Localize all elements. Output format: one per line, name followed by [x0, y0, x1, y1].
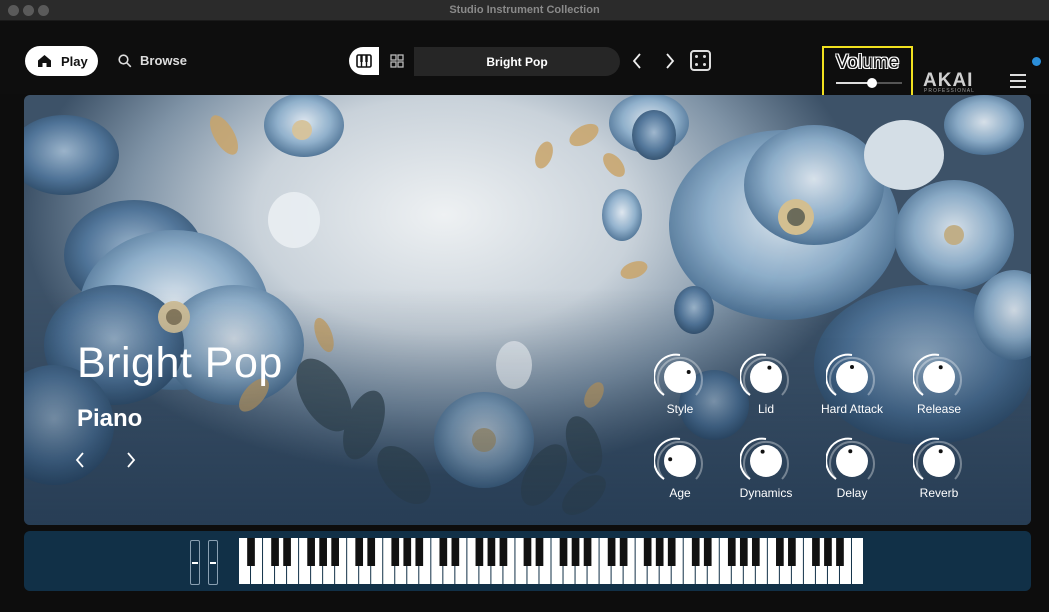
window-titlebar: Studio Instrument Collection: [0, 0, 1049, 21]
toolbar: Play Browse Bright Pop Volume AKAI PROFE…: [0, 21, 1049, 100]
volume-control: Volume: [822, 46, 913, 100]
browse-label: Browse: [140, 53, 187, 68]
black-key[interactable]: [439, 538, 448, 566]
knob-dynamics[interactable]: Dynamics: [740, 435, 792, 505]
knob-label: Lid: [757, 402, 774, 416]
black-key[interactable]: [367, 538, 376, 566]
piano-keyboard[interactable]: [239, 538, 864, 584]
knob-label: Dynamics: [739, 486, 793, 500]
instrument-name: Piano: [77, 405, 143, 432]
black-key[interactable]: [535, 538, 544, 566]
black-key[interactable]: [523, 538, 532, 566]
black-key[interactable]: [499, 538, 508, 566]
black-key[interactable]: [643, 538, 652, 566]
black-key[interactable]: [667, 538, 676, 566]
preset-artwork-panel: Bright Pop Piano Style Lid Hard Attack Rele…: [24, 95, 1031, 525]
window-title: Studio Instrument Collection: [449, 4, 600, 16]
knob-label: Release: [916, 402, 962, 416]
knob-label: Hard Attack: [820, 402, 884, 416]
keyboard-icon: [356, 54, 372, 68]
browse-tab-button[interactable]: Browse: [118, 53, 187, 68]
black-key[interactable]: [739, 538, 748, 566]
brand-logo-subtitle: PROFESSIONAL: [924, 88, 975, 94]
black-key[interactable]: [727, 538, 736, 566]
knob-label: Age: [669, 486, 691, 500]
previous-instrument-button[interactable]: [74, 451, 90, 473]
preset-selector[interactable]: Bright Pop: [414, 47, 620, 76]
black-key[interactable]: [559, 538, 568, 566]
knob-label: Reverb: [919, 486, 959, 500]
keyboard-view-button[interactable]: [349, 47, 379, 75]
knob-reverb[interactable]: Reverb: [913, 435, 965, 505]
black-key[interactable]: [619, 538, 628, 566]
play-label: Play: [61, 53, 88, 69]
black-key[interactable]: [391, 538, 400, 566]
grid-view-button[interactable]: [383, 47, 411, 75]
knob-age[interactable]: Age: [654, 435, 706, 505]
black-key[interactable]: [475, 538, 484, 566]
knob-hard-attack[interactable]: Hard Attack: [821, 351, 883, 421]
black-key[interactable]: [283, 538, 291, 566]
search-icon: [118, 53, 132, 67]
black-key[interactable]: [776, 538, 784, 566]
black-key[interactable]: [319, 538, 327, 566]
previous-preset-button[interactable]: [627, 50, 647, 72]
home-icon: [38, 55, 51, 67]
next-preset-button[interactable]: [660, 50, 680, 72]
black-key[interactable]: [824, 538, 832, 566]
knob-style[interactable]: Style: [654, 351, 706, 421]
black-key[interactable]: [788, 538, 796, 566]
black-key[interactable]: [607, 538, 616, 566]
volume-slider[interactable]: [836, 78, 902, 88]
volume-slider-thumb[interactable]: [867, 78, 878, 88]
black-key[interactable]: [836, 538, 844, 566]
black-key[interactable]: [247, 538, 255, 566]
knob-delay[interactable]: Delay: [826, 435, 878, 505]
black-key[interactable]: [691, 538, 700, 566]
random-preset-button[interactable]: [690, 50, 711, 71]
next-instrument-button[interactable]: [125, 451, 141, 473]
volume-label: Volume: [835, 52, 900, 73]
chevron-right-icon: [666, 53, 675, 69]
black-key[interactable]: [487, 538, 496, 566]
preset-title: Bright Pop: [77, 339, 283, 387]
keyboard-panel: [24, 531, 1031, 591]
pitch-wheel[interactable]: [190, 540, 200, 585]
black-key[interactable]: [331, 538, 339, 566]
black-key[interactable]: [307, 538, 315, 566]
black-key[interactable]: [751, 538, 760, 566]
knob-label: Delay: [836, 486, 868, 500]
black-key[interactable]: [583, 538, 592, 566]
chevron-left-icon: [632, 53, 641, 69]
black-key[interactable]: [703, 538, 712, 566]
white-key[interactable]: [851, 538, 863, 584]
black-key[interactable]: [655, 538, 664, 566]
knob-lid[interactable]: Lid: [740, 351, 792, 421]
black-key[interactable]: [415, 538, 424, 566]
black-key[interactable]: [451, 538, 460, 566]
knob-release[interactable]: Release: [913, 351, 965, 421]
artwork-shade: [24, 95, 1031, 525]
notification-dot: [1032, 57, 1041, 66]
black-key[interactable]: [571, 538, 580, 566]
hamburger-menu-icon[interactable]: [1010, 74, 1026, 88]
mod-wheel[interactable]: [208, 540, 218, 585]
chevron-left-icon: [75, 452, 84, 468]
black-key[interactable]: [403, 538, 412, 566]
black-key[interactable]: [355, 538, 364, 566]
play-tab-button[interactable]: Play: [25, 46, 98, 76]
grid-icon: [390, 54, 404, 68]
black-key[interactable]: [271, 538, 279, 566]
knob-label: Style: [666, 402, 694, 416]
chevron-right-icon: [127, 452, 136, 468]
black-key[interactable]: [812, 538, 820, 566]
